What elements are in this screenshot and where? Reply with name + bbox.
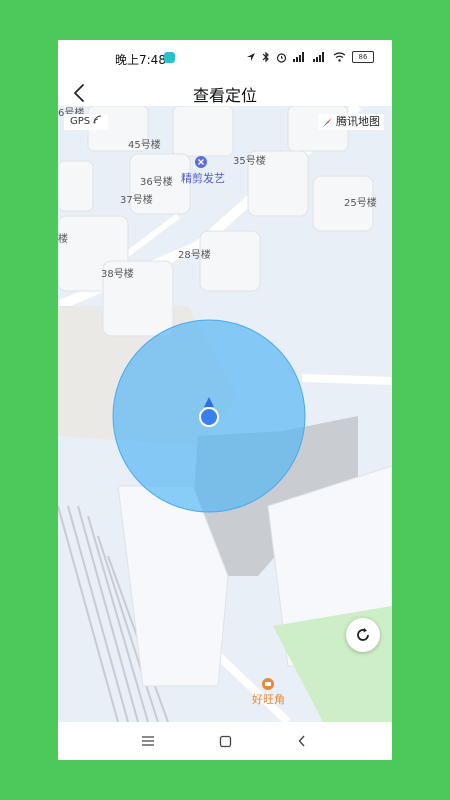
chevron-left-icon xyxy=(298,735,305,747)
phone-screen: 晚上7:48 86 查看定位 45号楼 35号楼 36号楼 37号楼 25号楼 … xyxy=(58,40,392,760)
location-arrow-icon xyxy=(247,53,255,61)
map-label: 楼 xyxy=(58,234,68,245)
square-icon xyxy=(219,735,231,747)
current-location-marker-icon xyxy=(199,397,219,427)
menu-icon xyxy=(142,736,154,746)
system-back-button[interactable] xyxy=(290,730,314,752)
shop-poi-icon[interactable] xyxy=(262,678,274,690)
salon-poi-label[interactable]: 精剪发艺 xyxy=(181,170,225,186)
map-background xyxy=(58,106,392,722)
gps-signal-icon xyxy=(93,115,102,124)
battery-indicator: 86 xyxy=(352,51,374,63)
alarm-icon xyxy=(276,52,287,63)
map-label: 25号楼 xyxy=(344,198,377,209)
app-notification-icon xyxy=(164,52,175,63)
shop-poi-label[interactable]: 好旺角 xyxy=(252,691,285,707)
page-title: 查看定位 xyxy=(192,86,257,105)
refresh-icon xyxy=(357,628,369,641)
map-label: 28号楼 xyxy=(178,250,211,261)
recent-apps-button[interactable] xyxy=(136,730,160,752)
status-time: 晚上7:48 xyxy=(115,53,166,67)
gps-label: GPS xyxy=(70,116,91,127)
compass-icon xyxy=(323,117,332,127)
signal-hd-icon xyxy=(313,52,324,62)
salon-poi-icon[interactable] xyxy=(195,156,207,168)
map-provider-name: 腾讯地图 xyxy=(336,115,380,128)
map-provider-logo: 腾讯地图 xyxy=(318,114,384,130)
map-label: 37号楼 xyxy=(120,195,153,206)
refresh-location-button[interactable] xyxy=(346,618,380,652)
system-nav-bar xyxy=(58,722,392,760)
map-label: 45号楼 xyxy=(128,140,161,151)
map-label: 35号楼 xyxy=(233,156,266,167)
status-icons: 86 xyxy=(246,50,374,64)
map-label: 38号楼 xyxy=(101,269,134,280)
map-label: 36号楼 xyxy=(140,177,173,188)
gps-indicator: GPS xyxy=(64,114,109,130)
map-view[interactable]: 6号楼 45号楼 35号楼 36号楼 37号楼 25号楼 28号楼 38号楼 楼… xyxy=(58,106,392,722)
status-bar: 晚上7:48 86 xyxy=(58,40,392,74)
wifi-icon xyxy=(333,52,346,62)
signal-icon xyxy=(293,52,304,62)
bluetooth-icon xyxy=(262,51,269,63)
home-button[interactable] xyxy=(213,730,237,752)
